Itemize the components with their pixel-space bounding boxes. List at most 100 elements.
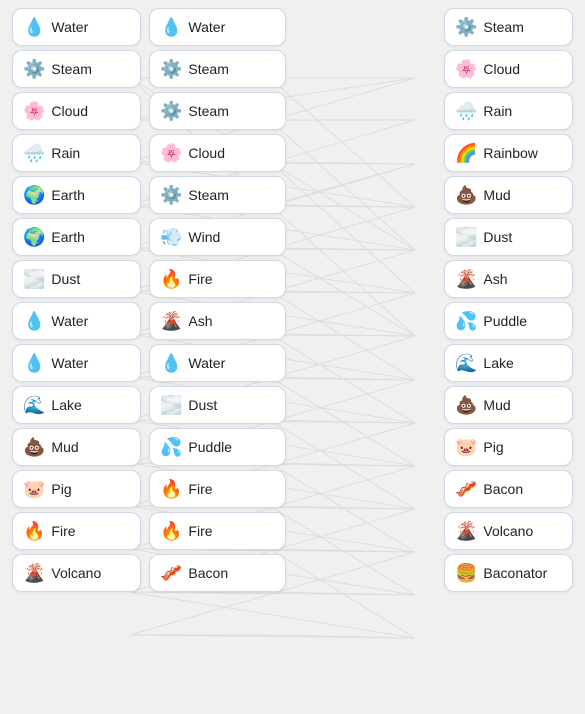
item-card[interactable]: 🌍Earth (12, 218, 141, 256)
item-label: Water (51, 19, 88, 35)
item-card[interactable]: 🌍Earth (12, 176, 141, 214)
item-card[interactable]: 💧Water (149, 344, 286, 382)
item-emoji: 💨 (160, 228, 182, 246)
item-label: Fire (188, 523, 212, 539)
item-card[interactable]: ⚙️Steam (12, 50, 141, 88)
item-card[interactable]: 🐷 Pig (12, 470, 141, 508)
item-card[interactable]: 🌧️ Rain (12, 134, 141, 172)
item-emoji: 🌊 (23, 396, 45, 414)
item-emoji: 🌈 (455, 144, 477, 162)
item-card[interactable]: ⚙️Steam (149, 92, 286, 130)
item-card[interactable]: 💧Water (149, 8, 286, 46)
item-card[interactable]: 💦Puddle (444, 302, 573, 340)
item-emoji: 🌸 (23, 102, 45, 120)
item-card[interactable]: 💩Mud (12, 428, 141, 466)
item-card[interactable]: 🌋 Volcano (444, 512, 573, 550)
item-emoji: 🔥 (160, 270, 182, 288)
item-card[interactable]: 🌫️Dust (149, 386, 286, 424)
item-emoji: 💧 (160, 18, 182, 36)
item-card[interactable]: 💧Water (12, 302, 141, 340)
item-label: Mud (483, 397, 510, 413)
item-card[interactable]: ⚙️ Steam (149, 176, 286, 214)
item-card[interactable]: 🌋 Ash (149, 302, 286, 340)
item-card[interactable]: 🔥 Fire (149, 470, 286, 508)
item-emoji: 🌋 (23, 564, 45, 582)
item-emoji: 🐷 (23, 480, 45, 498)
item-emoji: 🌋 (160, 312, 182, 330)
item-label: Steam (188, 187, 228, 203)
item-label: Steam (188, 61, 228, 77)
item-card[interactable]: 🌊 Lake (12, 386, 141, 424)
item-emoji: 🌊 (455, 354, 477, 372)
item-emoji: 🌫️ (455, 228, 477, 246)
item-emoji: 🔥 (23, 522, 45, 540)
item-label: Rain (51, 145, 80, 161)
column-left: 💧 Water ⚙️Steam 🌸Cloud 🌧️ Rain 🌍Earth 🌍Earth 🌫️ D… (0, 0, 145, 714)
item-label: Volcano (483, 523, 533, 539)
item-card[interactable]: ⚙️ Steam (444, 8, 573, 46)
item-label: Lake (483, 355, 513, 371)
item-label: Steam (483, 19, 523, 35)
item-card[interactable]: ⚙️ Steam (149, 50, 286, 88)
item-label: Lake (51, 397, 81, 413)
item-emoji: 🌍 (23, 228, 45, 246)
item-label: Wind (188, 229, 220, 245)
item-label: Dust (51, 271, 80, 287)
spacer (290, 0, 440, 714)
item-label: Bacon (483, 481, 523, 497)
item-label: Water (188, 355, 225, 371)
item-emoji: ⚙️ (160, 186, 182, 204)
column-right: ⚙️ Steam 🌸Cloud 🌧️Rain 🌈Rainbow 💩Mud 🌫️Dust 🌋As… (440, 0, 585, 714)
item-card[interactable]: 💩Mud (444, 386, 573, 424)
item-emoji: ⚙️ (455, 18, 477, 36)
item-card[interactable]: 🌸 Cloud (149, 134, 286, 172)
item-card[interactable]: 🌧️Rain (444, 92, 573, 130)
item-card[interactable]: 🌫️Dust (444, 218, 573, 256)
item-emoji: 🥓 (455, 480, 477, 498)
item-emoji: 🌧️ (23, 144, 45, 162)
item-emoji: 🌋 (455, 270, 477, 288)
item-label: Puddle (483, 313, 527, 329)
item-card[interactable]: 🌊 Lake (444, 344, 573, 382)
item-card[interactable]: 🌋Ash (444, 260, 573, 298)
item-label: Rain (483, 103, 512, 119)
item-card[interactable]: 🥓Bacon (149, 554, 286, 592)
item-label: Water (51, 313, 88, 329)
column-mid: 💧Water⚙️Steam⚙️Steam🌸Cloud⚙️Steam💨Wind🔥F… (145, 0, 290, 714)
item-card[interactable]: 🥓 Bacon (444, 470, 573, 508)
item-card[interactable]: 💩Mud (444, 176, 573, 214)
item-emoji: 🐷 (455, 438, 477, 456)
item-label: Water (51, 355, 88, 371)
item-card[interactable]: 🍔Baconator (444, 554, 573, 592)
item-emoji: 🌋 (455, 522, 477, 540)
item-card[interactable]: 🌈Rainbow (444, 134, 573, 172)
item-emoji: 🌸 (160, 144, 182, 162)
item-emoji: 🔥 (160, 480, 182, 498)
item-emoji: 🌫️ (23, 270, 45, 288)
item-card[interactable]: 🔥 Fire (12, 512, 141, 550)
item-label: Fire (188, 481, 212, 497)
item-card[interactable]: 💨 Wind (149, 218, 286, 256)
item-card[interactable]: 💧 Water (12, 344, 141, 382)
item-card[interactable]: 💧Water (12, 8, 141, 46)
item-emoji: 💦 (160, 438, 182, 456)
item-emoji: 💧 (23, 354, 45, 372)
item-emoji: 🍔 (455, 564, 477, 582)
item-label: Fire (51, 523, 75, 539)
item-card[interactable]: 🐷Pig (444, 428, 573, 466)
item-card[interactable]: 🔥Fire (149, 260, 286, 298)
item-emoji: ⚙️ (160, 60, 182, 78)
item-card[interactable]: 🌸Cloud (12, 92, 141, 130)
item-label: Mud (483, 187, 510, 203)
item-emoji: 🌸 (455, 60, 477, 78)
item-label: Pig (51, 481, 71, 497)
item-label: Ash (188, 313, 212, 329)
item-card[interactable]: 🔥 Fire (149, 512, 286, 550)
item-emoji: 🔥 (160, 522, 182, 540)
item-card[interactable]: 🌫️ Dust (12, 260, 141, 298)
item-card[interactable]: 🌸Cloud (444, 50, 573, 88)
item-label: Steam (51, 61, 91, 77)
item-card[interactable]: 🌋Volcano (12, 554, 141, 592)
item-label: Cloud (188, 145, 225, 161)
item-card[interactable]: 💦Puddle (149, 428, 286, 466)
